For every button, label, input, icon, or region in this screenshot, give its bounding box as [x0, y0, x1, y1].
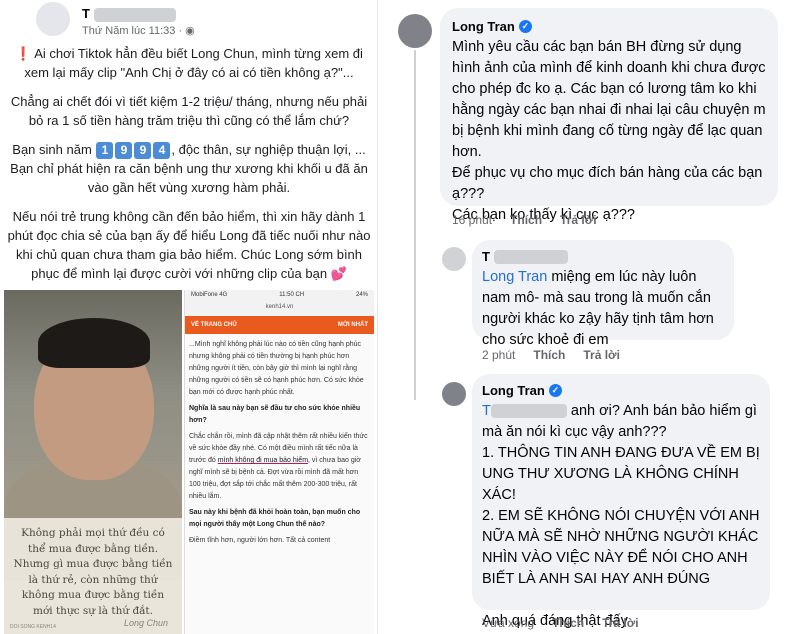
commenter-avatar[interactable] [442, 247, 466, 271]
signature: Long Chun [123, 618, 168, 628]
redacted-name [93, 7, 176, 22]
like-button[interactable]: Thích [510, 213, 542, 227]
globe-icon: · ◉ [178, 25, 195, 37]
exclamation-icon: ❗ [15, 46, 32, 61]
digit-emoji: 9 [115, 142, 133, 159]
commenter-name[interactable]: T [482, 246, 724, 267]
comment-bubble-2: T Long Tran miệng em lúc này luôn nam mô… [472, 240, 734, 348]
comment-actions-2: 2 phút Thích Trả lời [482, 348, 620, 362]
comment-time[interactable]: 16 phút [452, 213, 492, 227]
article-text: ...Mình nghĩ không phải lúc nào có tiền … [189, 341, 368, 544]
post-meta: Thứ Năm lúc 11:33 · ◉ [82, 24, 195, 37]
post-image-portrait[interactable]: Không phải mọi thứ đều có thể mua được b… [4, 290, 182, 634]
comment-text: Long Tran miệng em lúc này luôn nam mô- … [482, 269, 714, 348]
shared-post-panel: T Thứ Năm lúc 11:33 · ◉ ❗ Ai chơi Tiktok… [0, 0, 378, 634]
comment-actions-1: 16 phút Thích Trả lời [452, 213, 597, 227]
digit-emoji: 9 [134, 142, 152, 159]
mention-link[interactable]: T [482, 403, 567, 419]
image-credit: DOI SONG KENH14 [10, 624, 56, 630]
post-paragraph-2: Chẳng ai chết đói vì tiết kiệm 1-2 triệu… [10, 94, 368, 128]
post-image-article-screenshot[interactable]: MobiFone 4G 11:50 CH 24% kenh14.vn VỀ TR… [184, 290, 374, 634]
post-timestamp[interactable]: Thứ Năm lúc 11:33 [82, 25, 175, 37]
comment-bubble-1: Long Tran ✓ Mình yêu cầu các bạn bán BH … [440, 8, 778, 223]
image-quote: Không phải mọi thứ đều có thể mua được b… [4, 518, 182, 634]
verified-badge-icon: ✓ [518, 20, 532, 33]
like-button[interactable]: Thích [533, 348, 565, 362]
comment-text: T anh ơi? Anh bán bảo hiểm gì mà ăn nói … [482, 403, 760, 629]
reply-button[interactable]: Trả lời [602, 616, 639, 630]
author-name[interactable]: T [82, 6, 176, 22]
hair-shape [38, 318, 150, 368]
phone-url: kenh14.vn [185, 304, 374, 316]
highlighted-phrase: mình không đi mua bảo hiểm [217, 457, 309, 464]
phone-status-bar: MobiFone 4G 11:50 CH 24% [185, 290, 374, 304]
thread-line [414, 50, 416, 400]
like-button[interactable]: Thích [552, 616, 584, 630]
comment-time[interactable]: 2 phút [482, 348, 515, 362]
digit-emoji: 1 [96, 142, 114, 159]
post-body: ❗ Ai chơi Tiktok hẳn đều biết Long Chun,… [6, 44, 372, 293]
author-initial: T [82, 6, 90, 21]
comments-panel: Long Tran ✓ Mình yêu cầu các bạn bán BH … [386, 0, 794, 634]
commenter-name[interactable]: Long Tran ✓ [482, 380, 760, 401]
comment-actions-3: Vừa xong Thích Trả lời [482, 616, 639, 630]
redacted-name [490, 404, 567, 419]
reply-button[interactable]: Trả lời [560, 213, 597, 227]
redacted-name [493, 249, 568, 264]
article-nav: VỀ TRANG CHỦ MỚI NHẤT [185, 316, 374, 334]
post-paragraph-1: ❗ Ai chơi Tiktok hẳn đều biết Long Chun,… [15, 46, 363, 80]
digit-emoji: 4 [153, 142, 171, 159]
commenter-avatar[interactable] [442, 382, 466, 406]
comment-time[interactable]: Vừa xong [482, 616, 534, 630]
reply-button[interactable]: Trả lời [583, 348, 620, 362]
post-paragraph-3: Bạn sinh năm 1994, độc thân, sự nghiệp t… [10, 142, 368, 195]
commenter-name[interactable]: Long Tran ✓ [452, 16, 766, 37]
author-avatar[interactable] [36, 2, 70, 36]
commenter-avatar[interactable] [398, 14, 432, 48]
verified-badge-icon: ✓ [548, 384, 562, 397]
heart-icon: 💕 [330, 266, 347, 281]
comment-text: Mình yêu cầu các bạn bán BH đừng sử dụng… [452, 39, 766, 223]
mention-link[interactable]: Long Tran [482, 269, 547, 285]
post-paragraph-4: Nếu nói trẻ trung không cần đến bảo hiểm… [7, 209, 371, 281]
comment-bubble-3: Long Tran ✓ T anh ơi? Anh bán bảo hiểm g… [472, 374, 770, 629]
